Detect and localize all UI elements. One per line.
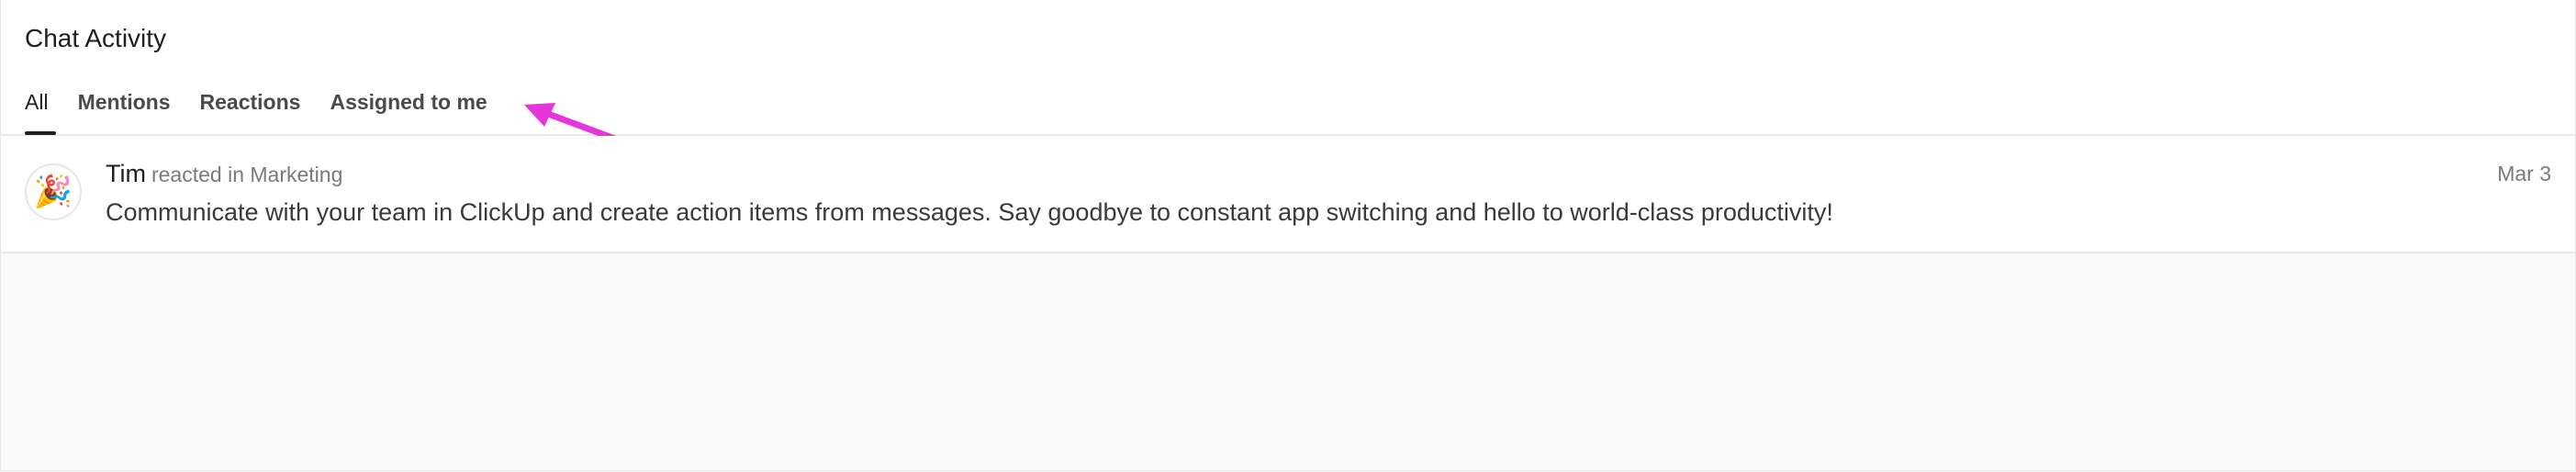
page-title: Chat Activity [25,24,167,52]
activity-user[interactable]: Tim [106,160,146,187]
chat-activity-panel: Chat Activity All Mentions Reactions Ass… [0,0,2576,471]
activity-date: Mar 3 [2497,162,2551,185]
tab-reactions[interactable]: Reactions [200,88,301,134]
activity-row[interactable]: 🎉 Tim reacted in Marketing Mar 3 Communic… [1,136,2575,253]
tab-label: All [25,90,49,114]
party-popper-icon: 🎉 [25,163,82,220]
activity-action: reacted in Marketing [151,163,343,186]
activity-row-header: Tim reacted in Marketing [106,160,342,188]
chat-activity-header: Chat Activity All Mentions Reactions Ass… [1,0,2575,136]
tab-mentions[interactable]: Mentions [78,88,171,134]
activity-message: Communicate with your team in ClickUp an… [106,198,1833,226]
tab-assigned-to-me[interactable]: Assigned to me [330,88,487,134]
activity-tabs: All Mentions Reactions Assigned to me [25,88,517,135]
tab-label: Assigned to me [330,90,487,114]
avatar-glyph: 🎉 [33,174,73,209]
tab-label: Reactions [199,90,301,114]
tab-label: Mentions [77,90,171,114]
tab-all[interactable]: All [25,88,55,135]
